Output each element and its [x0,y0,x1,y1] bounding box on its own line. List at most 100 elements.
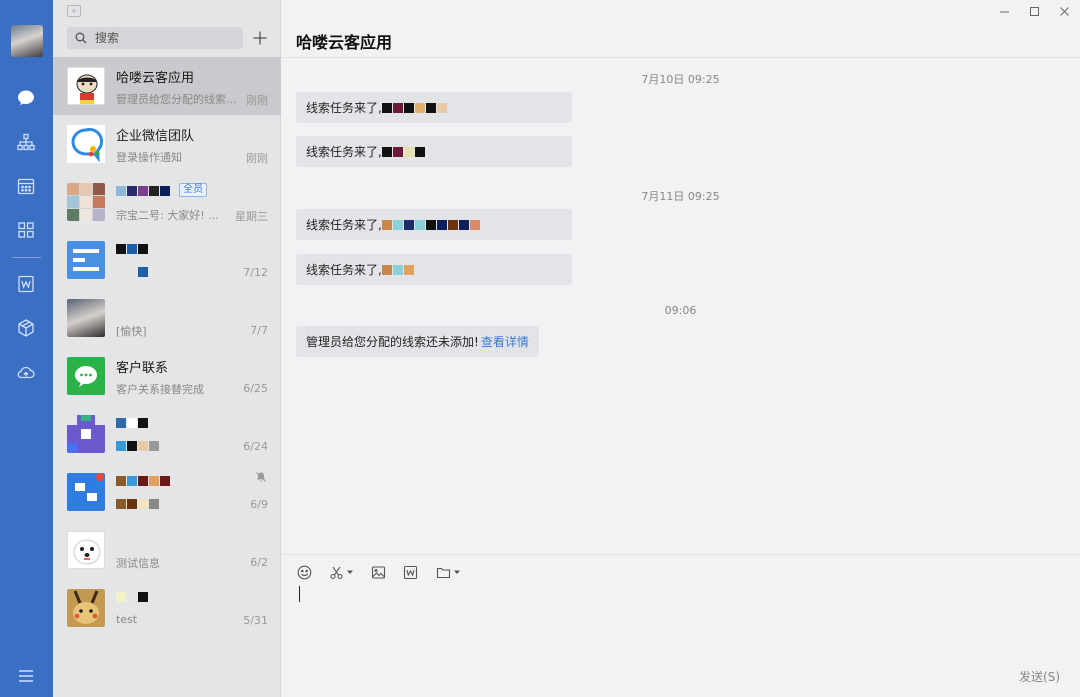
conversation-name: 客户联系 [116,361,169,375]
redacted-block [425,102,436,113]
conversation-item[interactable]: 测试信息 6/2 [53,521,281,579]
redacted-block [392,264,403,275]
redacted-block [127,243,137,254]
add-button[interactable] [249,27,271,49]
redacted-block [469,219,480,230]
screenshot-button[interactable] [329,564,353,580]
my-avatar[interactable] [11,25,43,57]
conversation-item[interactable]: 客户联系 客户关系接替完成 6/25 [53,347,281,405]
conversation-time: 6/24 [243,440,268,453]
emoji-button[interactable] [297,564,312,580]
redacted-block [392,219,403,230]
timestamp: 7月10日 09:25 [641,73,720,86]
redacted-block [127,441,137,451]
message-bubble[interactable]: 线索任务来了, [296,136,572,167]
message-text: 线索任务来了, [306,263,382,277]
redacted-block [138,441,148,451]
message-text: 线索任务来了, [306,218,382,232]
redacted-block [414,102,425,113]
avatar [67,357,105,395]
word-file-button[interactable] [403,564,418,580]
search-box[interactable] [67,27,243,49]
redacted-block [116,243,126,254]
minimize-icon [999,11,1009,12]
conversation-preview: 登录操作通知 [116,151,182,164]
close-button[interactable] [1056,4,1072,18]
search-icon [75,32,87,44]
send-button[interactable]: 发送(S) [1019,668,1060,685]
search-input[interactable] [95,31,235,45]
conversation-name: 全员 [116,183,266,201]
folder-button[interactable] [436,564,460,580]
redacted-block [127,499,137,509]
redacted-block [458,219,469,230]
conversation-item[interactable]: 6/9 [53,463,281,521]
conversation-time: 星期三 [235,210,268,223]
conversation-name [116,299,266,317]
conversation-item[interactable]: 6/24 [53,405,281,463]
org-chart-icon[interactable] [14,130,38,154]
redacted-block [138,475,148,486]
conversation-time: 6/25 [243,382,268,395]
all-members-tag: 全员 [179,183,208,197]
redacted-block [127,475,137,486]
conversation-name [116,241,266,259]
chat-window: 哈喽云客应用 7月10日 09:25 线索任务来了, 线索任务来了, 7月11日… [281,0,1080,697]
conversation-item[interactable]: 哈喽云客应用 管理员给您分配的线索... 刚刚 [53,57,281,115]
message-bubble[interactable]: 线索任务来了, [296,92,572,123]
message-bubble[interactable]: 线索任务来了, [296,209,572,240]
redacted-block [403,264,414,275]
message-bubble[interactable]: 线索任务来了, [296,254,572,285]
redacted-block [138,591,148,602]
timestamp: 7月11日 09:25 [641,190,720,203]
avatar [67,299,105,337]
message-icon[interactable] [14,86,38,110]
redacted-block [160,475,170,486]
conversation-preview: 客户关系接替完成 [116,383,204,396]
conversation-preview: test [116,613,138,626]
redacted-block [138,499,148,509]
redacted-block [116,475,126,486]
folder-icon [436,567,451,578]
image-button[interactable] [371,564,386,580]
minimize-button[interactable] [996,4,1012,18]
conversation-preview: 测试信息 [116,557,160,570]
conversation-preview: 宗宝二号: 大家好! ... [116,209,219,222]
collapse-icon[interactable] [67,5,81,17]
avatar [67,125,105,163]
calendar-icon[interactable] [14,174,38,198]
conversation-item[interactable]: 7/12 [53,231,281,289]
redacted-block [414,219,425,230]
view-details-link[interactable]: 查看详情 [481,333,529,350]
word-doc-icon[interactable] [14,272,38,296]
conversation-item[interactable]: [愉快] 7/7 [53,289,281,347]
conversation-name [116,589,266,607]
redacted-block [149,185,159,196]
message-text: 线索任务来了, [306,101,382,115]
menu-icon[interactable] [14,664,38,688]
conversation-item[interactable]: 企业微信团队 登录操作通知 刚刚 [53,115,281,173]
redacted-block [392,146,403,157]
avatar [67,67,105,105]
message-input[interactable] [297,585,1067,665]
conversation-item[interactable]: 全员 宗宝二号: 大家好! ... 星期三 [53,173,281,231]
redacted-block [425,219,436,230]
message-bubble[interactable]: 管理员给您分配的线索还未添加! 查看详情 [296,326,539,357]
message-area: 7月10日 09:25 线索任务来了, 线索任务来了, 7月11日 09:25 … [281,58,1080,554]
cloud-icon[interactable] [14,360,38,384]
redacted-block [381,146,392,157]
rail-divider [12,257,41,258]
redacted-block [160,185,170,196]
conversation-preview [116,439,244,455]
redacted-block [116,185,126,196]
conversation-preview [116,265,244,281]
maximize-button[interactable] [1026,4,1042,18]
message-text: 管理员给您分配的线索还未添加! [306,335,479,349]
redacted-block [149,441,159,451]
redacted-block [414,146,425,157]
conversation-item[interactable]: test 5/31 [53,579,281,637]
apps-grid-icon[interactable] [14,218,38,242]
conversation-time: 7/12 [243,266,268,279]
redacted-block [116,417,126,428]
cube-icon[interactable] [14,316,38,340]
